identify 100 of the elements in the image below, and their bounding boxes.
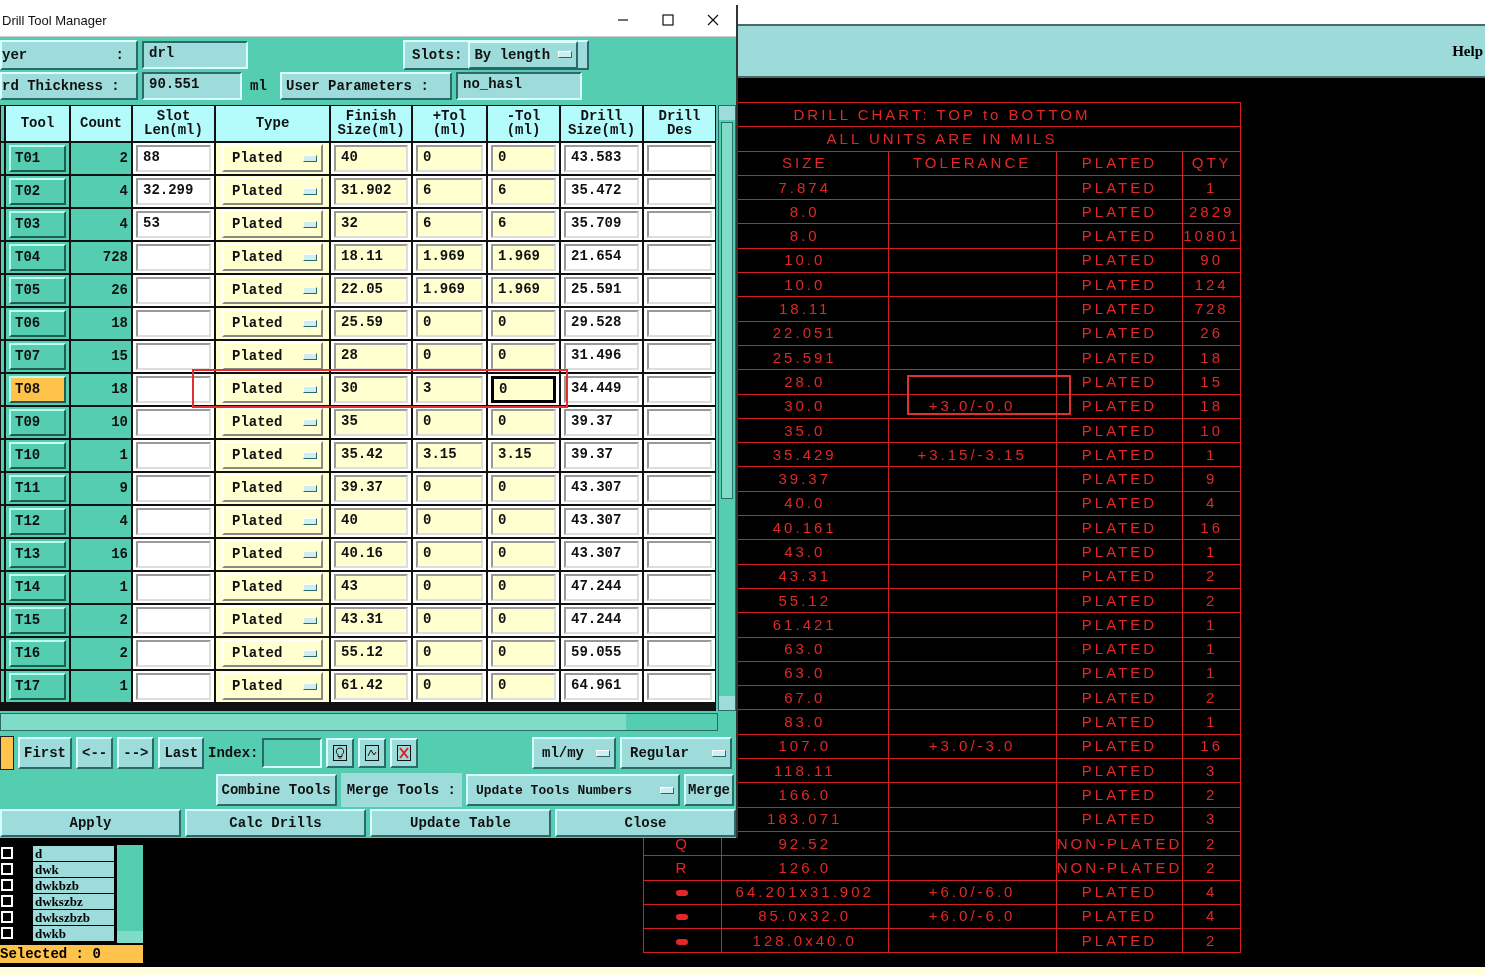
type-dropdown[interactable]: Plated [222, 276, 323, 305]
plus-tolerance-field[interactable]: 6 [416, 177, 483, 205]
slot-length-field[interactable] [136, 309, 211, 337]
checkbox[interactable] [1, 879, 13, 891]
index-field[interactable] [262, 738, 323, 769]
slot-length-field[interactable] [136, 276, 211, 304]
finish-size-field[interactable]: 30 [334, 375, 408, 403]
action-button[interactable]: Calc Drills [185, 809, 366, 838]
finish-size-field[interactable]: 40.16 [334, 540, 408, 568]
drill-designation-field[interactable] [647, 474, 712, 502]
slot-length-field[interactable] [136, 408, 211, 436]
tool-button[interactable]: T01 [9, 144, 66, 172]
minus-tolerance-field[interactable]: 0 [491, 606, 556, 634]
delete-button[interactable] [390, 738, 419, 769]
close-icon[interactable] [707, 14, 719, 27]
tool-button[interactable]: T16 [9, 639, 66, 667]
minus-tolerance-field[interactable]: 0 [491, 408, 556, 436]
finish-size-field[interactable]: 43 [334, 573, 408, 601]
plus-tolerance-field[interactable]: 0 [416, 507, 483, 535]
finish-size-field[interactable]: 22.05 [334, 276, 408, 304]
drill-size-field[interactable]: 34.449 [564, 375, 639, 403]
minus-tolerance-field[interactable]: 1.969 [491, 243, 556, 271]
finish-size-field[interactable]: 39.37 [334, 474, 408, 502]
slot-length-field[interactable] [136, 342, 211, 370]
minus-tolerance-field[interactable]: 0 [491, 540, 556, 568]
tool-button[interactable]: T13 [9, 540, 66, 568]
plus-tolerance-field[interactable]: 0 [416, 408, 483, 436]
type-dropdown[interactable]: Plated [222, 474, 323, 503]
minus-tolerance-field[interactable]: 0 [491, 672, 556, 700]
drill-designation-field[interactable] [647, 606, 712, 634]
slot-length-field[interactable] [136, 375, 211, 403]
drill-designation-field[interactable] [647, 342, 712, 370]
minus-tolerance-field[interactable]: 0 [491, 309, 556, 337]
drill-designation-field[interactable] [647, 540, 712, 568]
mode-dropdown[interactable]: Regular [620, 737, 732, 770]
finish-size-field[interactable]: 40 [334, 144, 408, 172]
finish-size-field[interactable]: 43.31 [334, 606, 408, 634]
slot-length-field[interactable] [136, 672, 211, 700]
slot-length-field[interactable]: 32.299 [136, 177, 211, 205]
plus-tolerance-field[interactable]: 0 [416, 540, 483, 568]
finish-size-field[interactable]: 40 [334, 507, 408, 535]
tool-button[interactable]: T09 [9, 408, 66, 436]
tool-button[interactable]: T06 [9, 309, 66, 337]
merge-button[interactable]: Merge [684, 774, 734, 807]
plus-tolerance-field[interactable]: 0 [416, 672, 483, 700]
finish-size-field[interactable]: 32 [334, 210, 408, 238]
nav-button[interactable]: <-- [76, 737, 114, 770]
drill-size-field[interactable]: 59.055 [564, 639, 639, 667]
checkbox[interactable] [1, 895, 13, 907]
drill-size-field[interactable]: 43.307 [564, 507, 639, 535]
slot-length-field[interactable] [136, 243, 211, 271]
drill-size-field[interactable]: 39.37 [564, 441, 639, 469]
layer-item[interactable]: dwkszbz [33, 893, 114, 909]
action-button[interactable]: Update Table [370, 809, 551, 838]
thickness-field[interactable]: 90.551 [142, 71, 242, 100]
menu-item[interactable]: Help [1452, 42, 1483, 60]
drill-size-field[interactable]: 64.961 [564, 672, 639, 700]
drill-designation-field[interactable] [647, 243, 712, 271]
tool-button[interactable]: T08 [9, 375, 66, 403]
minus-tolerance-field[interactable]: 0 [491, 144, 556, 172]
minus-tolerance-field[interactable]: 3.15 [491, 441, 556, 469]
tool-button[interactable]: T07 [9, 342, 66, 370]
checkbox[interactable] [1, 847, 13, 859]
layer-field[interactable]: drl [142, 40, 248, 69]
slot-length-field[interactable] [136, 540, 211, 568]
slot-length-field[interactable] [136, 474, 211, 502]
bulb-button[interactable] [326, 738, 355, 769]
tool-button[interactable]: T15 [9, 606, 66, 634]
minus-tolerance-field[interactable]: 6 [491, 210, 556, 238]
minus-tolerance-field[interactable]: 0 [491, 639, 556, 667]
drill-designation-field[interactable] [647, 375, 712, 403]
slot-length-field[interactable]: 88 [136, 144, 211, 172]
vertical-scrollbar[interactable] [718, 104, 736, 712]
type-dropdown[interactable]: Plated [222, 309, 323, 338]
finish-size-field[interactable]: 18.11 [334, 243, 408, 271]
drill-size-field[interactable]: 31.496 [564, 342, 639, 370]
type-dropdown[interactable]: Plated [222, 144, 323, 173]
finish-size-field[interactable]: 35 [334, 408, 408, 436]
tool-button[interactable]: T14 [9, 573, 66, 601]
list-scrollbar[interactable] [117, 845, 143, 943]
drill-size-field[interactable]: 47.244 [564, 606, 639, 634]
minus-tolerance-field[interactable]: 6 [491, 177, 556, 205]
image-button[interactable] [358, 738, 387, 769]
type-dropdown[interactable]: Plated [222, 672, 323, 701]
finish-size-field[interactable]: 31.902 [334, 177, 408, 205]
finish-size-field[interactable]: 61.42 [334, 672, 408, 700]
type-dropdown[interactable]: Plated [222, 408, 323, 437]
horizontal-scrollbar[interactable] [0, 713, 718, 732]
tool-button[interactable]: T11 [9, 474, 66, 502]
tool-button[interactable]: T05 [9, 276, 66, 304]
minus-tolerance-field[interactable]: 0 [491, 342, 556, 370]
drill-designation-field[interactable] [647, 441, 712, 469]
nav-button[interactable]: --> [117, 737, 155, 770]
tool-button[interactable]: T03 [9, 210, 66, 238]
plus-tolerance-field[interactable]: 1.969 [416, 276, 483, 304]
layer-item[interactable]: dwkb [33, 925, 114, 941]
drill-size-field[interactable]: 35.709 [564, 210, 639, 238]
slot-length-field[interactable] [136, 507, 211, 535]
drill-size-field[interactable]: 21.654 [564, 243, 639, 271]
user-parameters-field[interactable]: no_hasl [456, 71, 582, 100]
